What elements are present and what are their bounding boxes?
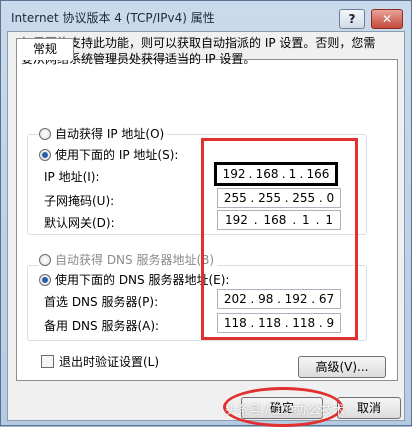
octet: 255 [292,191,316,205]
octet: 168 [255,167,279,181]
tab-general[interactable]: 常规 [16,38,74,60]
octet: 192 [224,213,248,227]
auto-ip-radio[interactable] [39,127,51,140]
preferred-dns-input[interactable]: 202. 98. 192. 67 [217,289,341,309]
octet: 255 [223,191,247,205]
close-button[interactable]: ✕ [371,9,403,29]
octet: 192 [222,167,246,181]
auto-dns-option[interactable]: 自动获得 DNS 服务器地址(B) [39,251,218,268]
auto-dns-label: 自动获得 DNS 服务器地址(B) [55,253,215,267]
ip-address-label: IP 地址(I): [44,170,100,184]
ip-address-input[interactable]: 192. 168. 1. 166 [214,162,338,186]
preferred-dns-label: 首选 DNS 服务器(P): [44,295,159,309]
title-bar[interactable]: Internet 协议版本 4 (TCP/IPv4) 属性 ? ✕ [1,1,411,31]
auto-dns-radio[interactable] [39,253,51,266]
validate-on-exit-label: 退出时验证设置(L) [59,355,160,369]
manual-ip-radio[interactable] [39,148,51,161]
cancel-button[interactable]: 取消 [337,397,401,419]
manual-dns-option[interactable]: 使用下面的 DNS 服务器地址(E): [39,271,233,288]
octet: 0 [326,191,335,205]
subnet-mask-label: 子网掩码(U): [44,194,115,208]
octet: 118 [223,316,247,330]
validate-on-exit-checkbox[interactable] [41,355,54,368]
description-text: 如果网络支持此功能，则可以获取自动指派的 IP 设置。否则，您需要从网络系统管理… [21,36,376,66]
advanced-button[interactable]: 高级(V)... [298,356,386,378]
manual-dns-radio[interactable] [39,273,51,286]
octet: 118 [258,316,281,330]
octet: 168 [263,213,287,227]
manual-ip-option[interactable]: 使用下面的 IP 地址(S): [39,146,182,163]
auto-ip-label: 自动获得 IP 地址(O) [55,127,165,141]
window-title: Internet 协议版本 4 (TCP/IPv4) 属性 [11,11,215,25]
default-gateway-label: 默认网关(D): [44,216,115,230]
octet: 9 [326,316,335,330]
octet: 67 [318,292,335,306]
octet: 98 [258,292,274,306]
octet: 202 [223,292,247,306]
manual-ip-label: 使用下面的 IP 地址(S): [55,148,179,162]
watermark-text: 头条号 / 工作办公技术 [225,403,345,417]
auto-ip-option[interactable]: 自动获得 IP 地址(O) [39,125,168,142]
help-button[interactable]: ? [339,9,365,29]
default-gateway-input[interactable]: 192. 168. 1. 1 [217,210,341,230]
octet: 166 [306,167,330,181]
subnet-mask-input[interactable]: 255. 255. 255. 0 [217,188,341,208]
ipv4-properties-dialog: Internet 协议版本 4 (TCP/IPv4) 属性 ? ✕ 常规 如果网… [0,0,412,427]
octet: 192 [284,292,308,306]
octet: 1 [302,213,310,227]
octet: 1 [325,213,333,227]
validate-on-exit-option[interactable]: 退出时验证设置(L) [41,353,159,370]
manual-dns-label: 使用下面的 DNS 服务器地址(E): [55,273,230,287]
alternate-dns-label: 备用 DNS 服务器(A): [44,319,160,333]
octet: 255 [258,191,281,205]
octet: 1 [288,167,297,181]
octet: 118 [292,316,316,330]
alternate-dns-input[interactable]: 118. 118. 118. 9 [217,313,341,333]
